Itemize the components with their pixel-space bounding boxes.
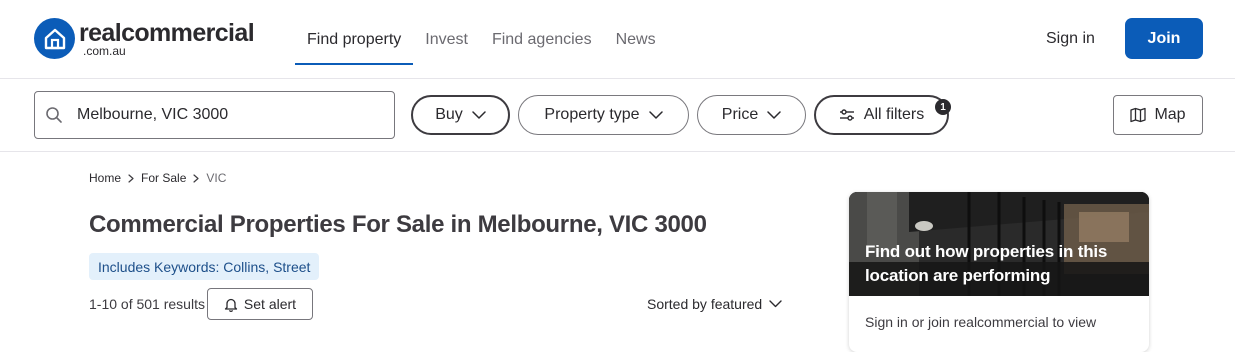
search-icon <box>45 106 63 124</box>
all-filters-label: All filters <box>863 106 925 123</box>
nav-find-property[interactable]: Find property <box>295 0 414 79</box>
all-filters-button[interactable]: All filters <box>814 95 949 135</box>
buy-label: Buy <box>435 106 463 123</box>
nav-invest[interactable]: Invest <box>413 0 480 79</box>
buy-dropdown[interactable]: Buy <box>411 95 510 135</box>
bell-icon <box>224 297 238 312</box>
page-title: Commercial Properties For Sale in Melbou… <box>89 211 707 238</box>
map-label: Map <box>1154 106 1186 123</box>
chevron-right-icon <box>193 173 199 183</box>
join-button[interactable]: Join <box>1125 18 1203 59</box>
search-input[interactable]: Melbourne, VIC 3000 <box>34 91 395 139</box>
breadcrumb: Home For Sale VIC <box>89 171 226 185</box>
top-navigation: realcommercial .com.au Find property Inv… <box>0 0 1235 79</box>
breadcrumb-for-sale[interactable]: For Sale <box>141 171 186 185</box>
sign-in-link[interactable]: Sign in <box>1040 28 1101 50</box>
price-dropdown[interactable]: Price <box>697 95 806 135</box>
keyword-chip: Includes Keywords: Collins, Street <box>89 253 320 280</box>
promo-body: Sign in or join realcommercial to view <box>865 314 1097 330</box>
property-type-label: Property type <box>544 106 640 123</box>
map-icon <box>1130 107 1147 123</box>
main-nav: Find property Invest Find agencies News <box>295 0 668 79</box>
search-filter-bar: Melbourne, VIC 3000 Buy Property type Pr… <box>0 79 1235 152</box>
promo-title: Find out how properties in this location… <box>865 242 1108 285</box>
set-alert-button[interactable]: Set alert <box>207 288 313 320</box>
sliders-icon <box>839 109 855 121</box>
logo-wordmark: realcommercial <box>79 19 255 47</box>
sort-dropdown[interactable]: Sorted by featured <box>647 296 782 312</box>
chevron-down-icon <box>769 300 782 308</box>
results-count: 1-10 of 501 results <box>89 296 205 312</box>
filter-count-badge: 1 <box>935 99 951 115</box>
breadcrumb-vic: VIC <box>206 171 227 185</box>
nav-news[interactable]: News <box>604 0 668 79</box>
map-button[interactable]: Map <box>1113 95 1203 135</box>
chevron-down-icon <box>648 110 663 120</box>
chevron-down-icon <box>472 110 486 120</box>
nav-find-agencies[interactable]: Find agencies <box>480 0 604 79</box>
price-label: Price <box>721 106 759 123</box>
search-value: Melbourne, VIC 3000 <box>77 106 229 123</box>
sort-label: Sorted by featured <box>647 296 763 312</box>
property-type-dropdown[interactable]: Property type <box>518 95 689 135</box>
set-alert-label: Set alert <box>243 296 297 312</box>
logo[interactable]: realcommercial .com.au <box>34 18 255 59</box>
house-icon <box>34 18 75 59</box>
breadcrumb-home[interactable]: Home <box>89 171 121 185</box>
chevron-right-icon <box>128 173 134 183</box>
location-insights-card[interactable]: Find out how properties in this location… <box>849 192 1149 352</box>
chevron-down-icon <box>767 110 781 120</box>
